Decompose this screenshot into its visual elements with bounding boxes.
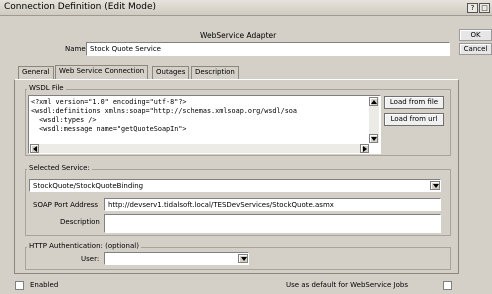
tab-outages[interactable]: Outages: [152, 66, 190, 79]
help-button[interactable]: ?: [467, 3, 478, 13]
scroll-up-icon[interactable]: [369, 97, 378, 106]
name-input[interactable]: Stock Quote Service: [86, 42, 450, 56]
wsdl-legend: WSDL File: [27, 84, 66, 92]
window-title: Connection Definition (Edit Mode): [4, 2, 157, 12]
tab-general[interactable]: General: [18, 66, 54, 79]
wsdl-line-1: <?xml version="1.0" encoding="utf-8"?>: [31, 98, 187, 106]
scroll-right-icon[interactable]: [360, 144, 369, 153]
wsdl-line-4: <wsdl:message name="getQuoteSoapIn">: [31, 125, 187, 133]
default-label: Use as default for WebService Jobs: [286, 281, 408, 289]
user-select[interactable]: [104, 252, 249, 265]
wsdl-line-3: <wsdl:types />: [31, 116, 97, 124]
wsdl-vertical-scrollbar[interactable]: [369, 97, 379, 143]
tab-web-service-connection[interactable]: Web Service Connection: [55, 65, 149, 79]
name-label: Name: [65, 45, 86, 53]
load-from-url-button[interactable]: Load from url: [384, 113, 444, 126]
cancel-button[interactable]: Cancel: [459, 43, 492, 55]
service-select[interactable]: StockQuote/StockQuoteBinding: [29, 179, 441, 192]
default-checkbox[interactable]: [443, 281, 452, 290]
tab-description[interactable]: Description: [191, 66, 239, 79]
wsdl-line-2: <wsdl:definitions xmlns:soap="http://sch…: [31, 107, 297, 115]
scroll-left-icon[interactable]: [30, 144, 39, 153]
title-bar: Connection Definition (Edit Mode) ? □: [0, 0, 492, 16]
ok-button[interactable]: OK: [459, 29, 492, 41]
wsdl-textarea[interactable]: <?xml version="1.0" encoding="utf-8"?> <…: [28, 95, 381, 154]
service-legend: Selected Service:: [27, 164, 92, 172]
http-auth-legend: HTTP Authentication: (optional): [27, 242, 141, 250]
scroll-down-icon[interactable]: [369, 134, 378, 143]
restore-button[interactable]: □: [479, 3, 490, 13]
load-from-file-button[interactable]: Load from file: [384, 96, 444, 109]
soap-port-input[interactable]: http://devserv1.tidalsoft.local/TESDevSe…: [104, 198, 441, 211]
soap-port-label: SOAP Port Address: [33, 201, 99, 209]
description-input[interactable]: [104, 214, 441, 233]
enabled-label: Enabled: [30, 281, 59, 289]
name-input-value: Stock Quote Service: [90, 45, 161, 53]
enabled-checkbox[interactable]: [15, 281, 24, 290]
description-label: Description: [60, 218, 100, 226]
wsdl-horizontal-scrollbar[interactable]: [30, 144, 369, 153]
chevron-down-icon[interactable]: [430, 181, 440, 190]
user-label: User:: [81, 255, 100, 263]
adapter-heading: WebService Adapter: [200, 31, 277, 40]
soap-port-value: http://devserv1.tidalsoft.local/TESDevSe…: [108, 201, 334, 209]
user-chevron-down-icon[interactable]: [238, 254, 248, 263]
service-select-value: StockQuote/StockQuoteBinding: [33, 182, 144, 190]
